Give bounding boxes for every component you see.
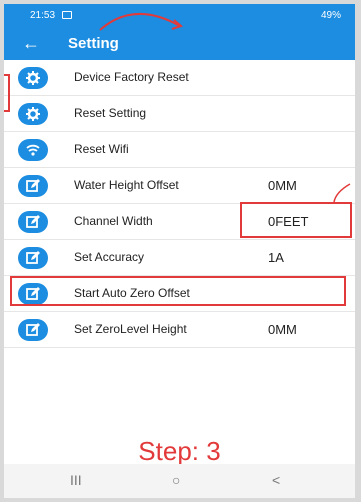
- annotation-box-start-auto-zero: [10, 276, 346, 306]
- edit-icon: [18, 247, 48, 269]
- edit-icon: [18, 319, 48, 341]
- item-value: 0MM: [268, 322, 297, 337]
- home-icon[interactable]: ○: [172, 472, 180, 488]
- recent-apps-icon[interactable]: III: [70, 472, 82, 488]
- list-item-set-zerolevel-height[interactable]: Set ZeroLevel Height 0MM: [4, 312, 355, 348]
- list-item-set-accuracy[interactable]: Set Accuracy 1A: [4, 240, 355, 276]
- annotation-line: [333, 183, 351, 203]
- item-label: Set ZeroLevel Height: [74, 322, 187, 336]
- system-nav-bar: III ○ <: [4, 464, 355, 498]
- item-value: 1A: [268, 250, 284, 265]
- step-annotation: Step: 3: [138, 436, 221, 466]
- phone-screen: 21:53 49% ← Setting Device Factory Reset…: [4, 4, 355, 498]
- nav-back-icon[interactable]: <: [272, 472, 280, 488]
- item-label: Set Accuracy: [74, 250, 145, 264]
